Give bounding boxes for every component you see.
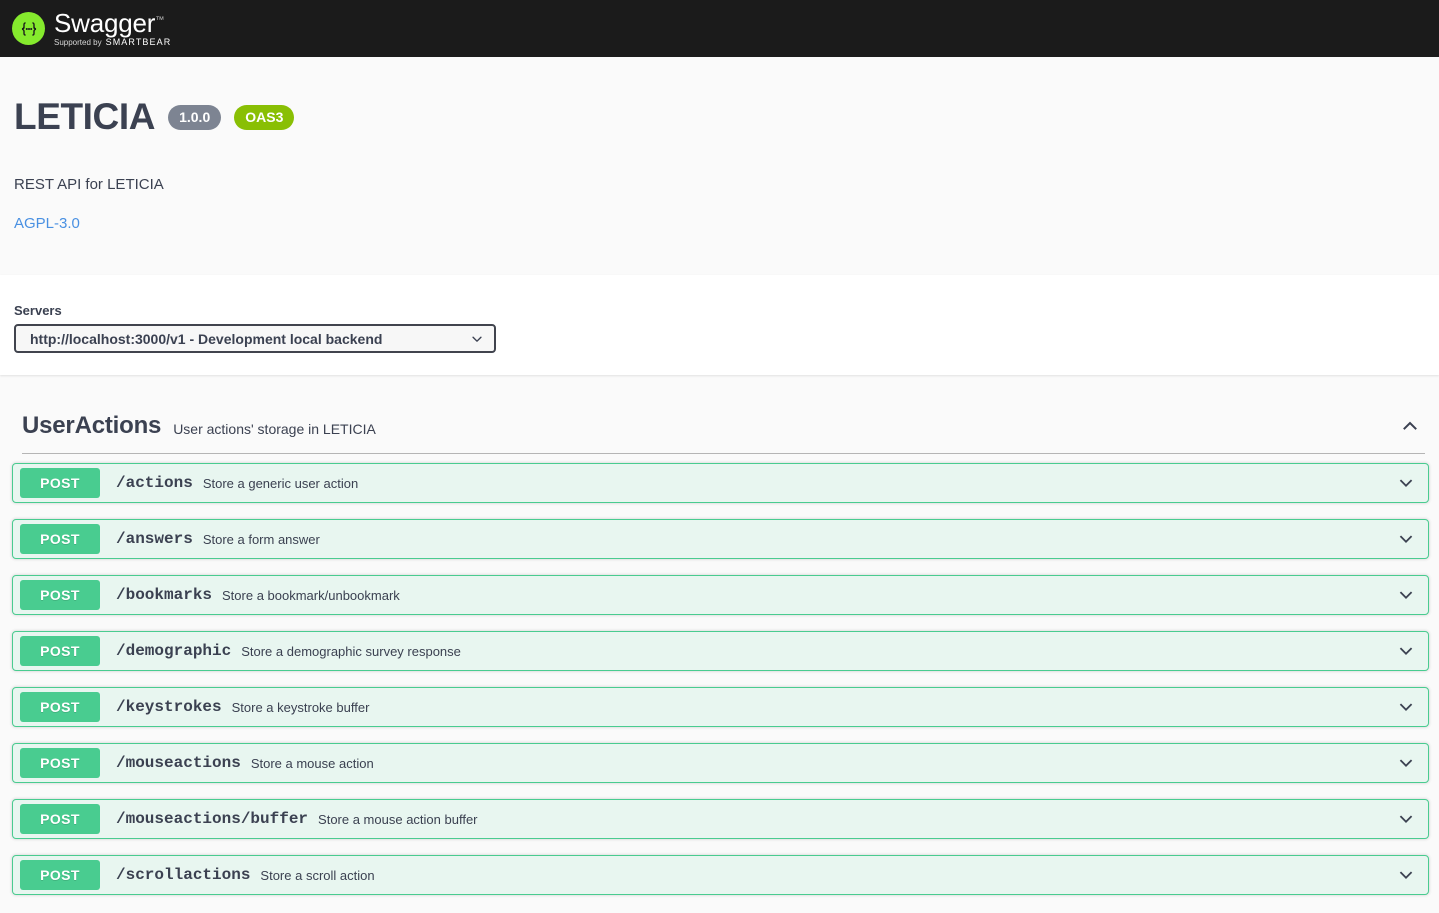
swagger-topbar: Swagger™ Supported by SMARTBEAR [0,0,1439,57]
swagger-wordmark: Swagger™ [54,8,165,38]
trademark-symbol: ™ [155,14,165,25]
operation-summary: Store a mouse action [250,755,374,771]
operation-summary: Store a scroll action [260,867,375,883]
operation-row-actions[interactable]: POST /actions Store a generic user actio… [12,463,1429,503]
operation-summary: Store a demographic survey response [241,643,461,659]
chevron-down-icon[interactable] [1394,751,1418,775]
api-title-row: LETICIA 1.0.0 OAS3 [14,96,1425,138]
chevron-down-icon[interactable] [1394,471,1418,495]
api-description: REST API for LETICIA [14,175,164,193]
operation-summary: Store a bookmark/unbookmark [222,587,400,603]
tag-name: UserActions [22,412,162,439]
api-info-section: LETICIA 1.0.0 OAS3 REST API for LETICIA … [0,57,1439,275]
operation-path: /mouseactions [116,754,241,772]
operation-row-keystrokes[interactable]: POST /keystrokes Store a keystroke buffe… [12,687,1429,727]
chevron-up-icon[interactable] [1395,411,1425,441]
operation-row-answers[interactable]: POST /answers Store a form answer [12,519,1429,559]
oas-version-badge: OAS3 [234,104,295,130]
operation-path: /actions [116,474,193,492]
server-select[interactable]: http://localhost:3000/v1 - Development l… [14,324,496,353]
http-method-badge: POST [20,636,100,666]
operation-path: /mouseactions/buffer [116,810,309,828]
swagger-braces-icon [12,12,45,45]
chevron-down-icon[interactable] [1394,639,1418,663]
operations-list: POST /actions Store a generic user actio… [0,463,1439,895]
tag-section-useractions: UserActions User actions' storage in LET… [0,375,1439,895]
operation-path: /demographic [116,642,232,660]
chevron-down-icon[interactable] [1394,863,1418,887]
chevron-down-icon[interactable] [1394,695,1418,719]
tag-header-useractions[interactable]: UserActions User actions' storage in LET… [0,399,1439,453]
http-method-badge: POST [20,748,100,778]
api-version-badge: 1.0.0 [168,104,222,130]
tag-divider [22,453,1425,454]
operation-row-mouseactions[interactable]: POST /mouseactions Store a mouse action [12,743,1429,783]
swagger-logo-link[interactable]: Swagger™ Supported by SMARTBEAR [12,10,171,47]
operation-row-bookmarks[interactable]: POST /bookmarks Store a bookmark/unbookm… [12,575,1429,615]
chevron-down-icon[interactable] [1394,527,1418,551]
http-method-badge: POST [20,860,100,890]
operation-row-mouseactions-buffer[interactable]: POST /mouseactions/buffer Store a mouse … [12,799,1429,839]
operation-row-demographic[interactable]: POST /demographic Store a demographic su… [12,631,1429,671]
operation-summary: Store a generic user action [202,475,359,491]
operation-summary: Store a keystroke buffer [231,699,370,715]
http-method-badge: POST [20,692,100,722]
chevron-down-icon[interactable] [1394,583,1418,607]
operation-path: /keystrokes [116,698,222,716]
supported-by-label: Supported by [54,38,102,47]
smartbear-brand: SMARTBEAR [105,37,172,47]
http-method-badge: POST [20,580,100,610]
api-license-link[interactable]: AGPL-3.0 [14,215,80,232]
servers-section: Servers http://localhost:3000/v1 - Devel… [0,275,1439,375]
operation-path: /scrollactions [116,866,251,884]
operation-summary: Store a form answer [202,531,320,547]
tag-description: User actions' storage in LETICIA [173,421,376,437]
chevron-down-icon [470,332,484,346]
supported-by-smartbear: Supported by SMARTBEAR [54,38,171,47]
server-select-value: http://localhost:3000/v1 - Development l… [30,330,383,347]
http-method-badge: POST [20,804,100,834]
chevron-down-icon[interactable] [1394,807,1418,831]
http-method-badge: POST [20,468,100,498]
page-title: LETICIA [14,96,156,137]
http-method-badge: POST [20,524,100,554]
operation-path: /bookmarks [116,586,213,604]
operation-path: /answers [116,530,193,548]
operation-summary: Store a mouse action buffer [318,811,478,827]
servers-label: Servers [14,303,62,318]
operation-row-scrollactions[interactable]: POST /scrollactions Store a scroll actio… [12,855,1429,895]
